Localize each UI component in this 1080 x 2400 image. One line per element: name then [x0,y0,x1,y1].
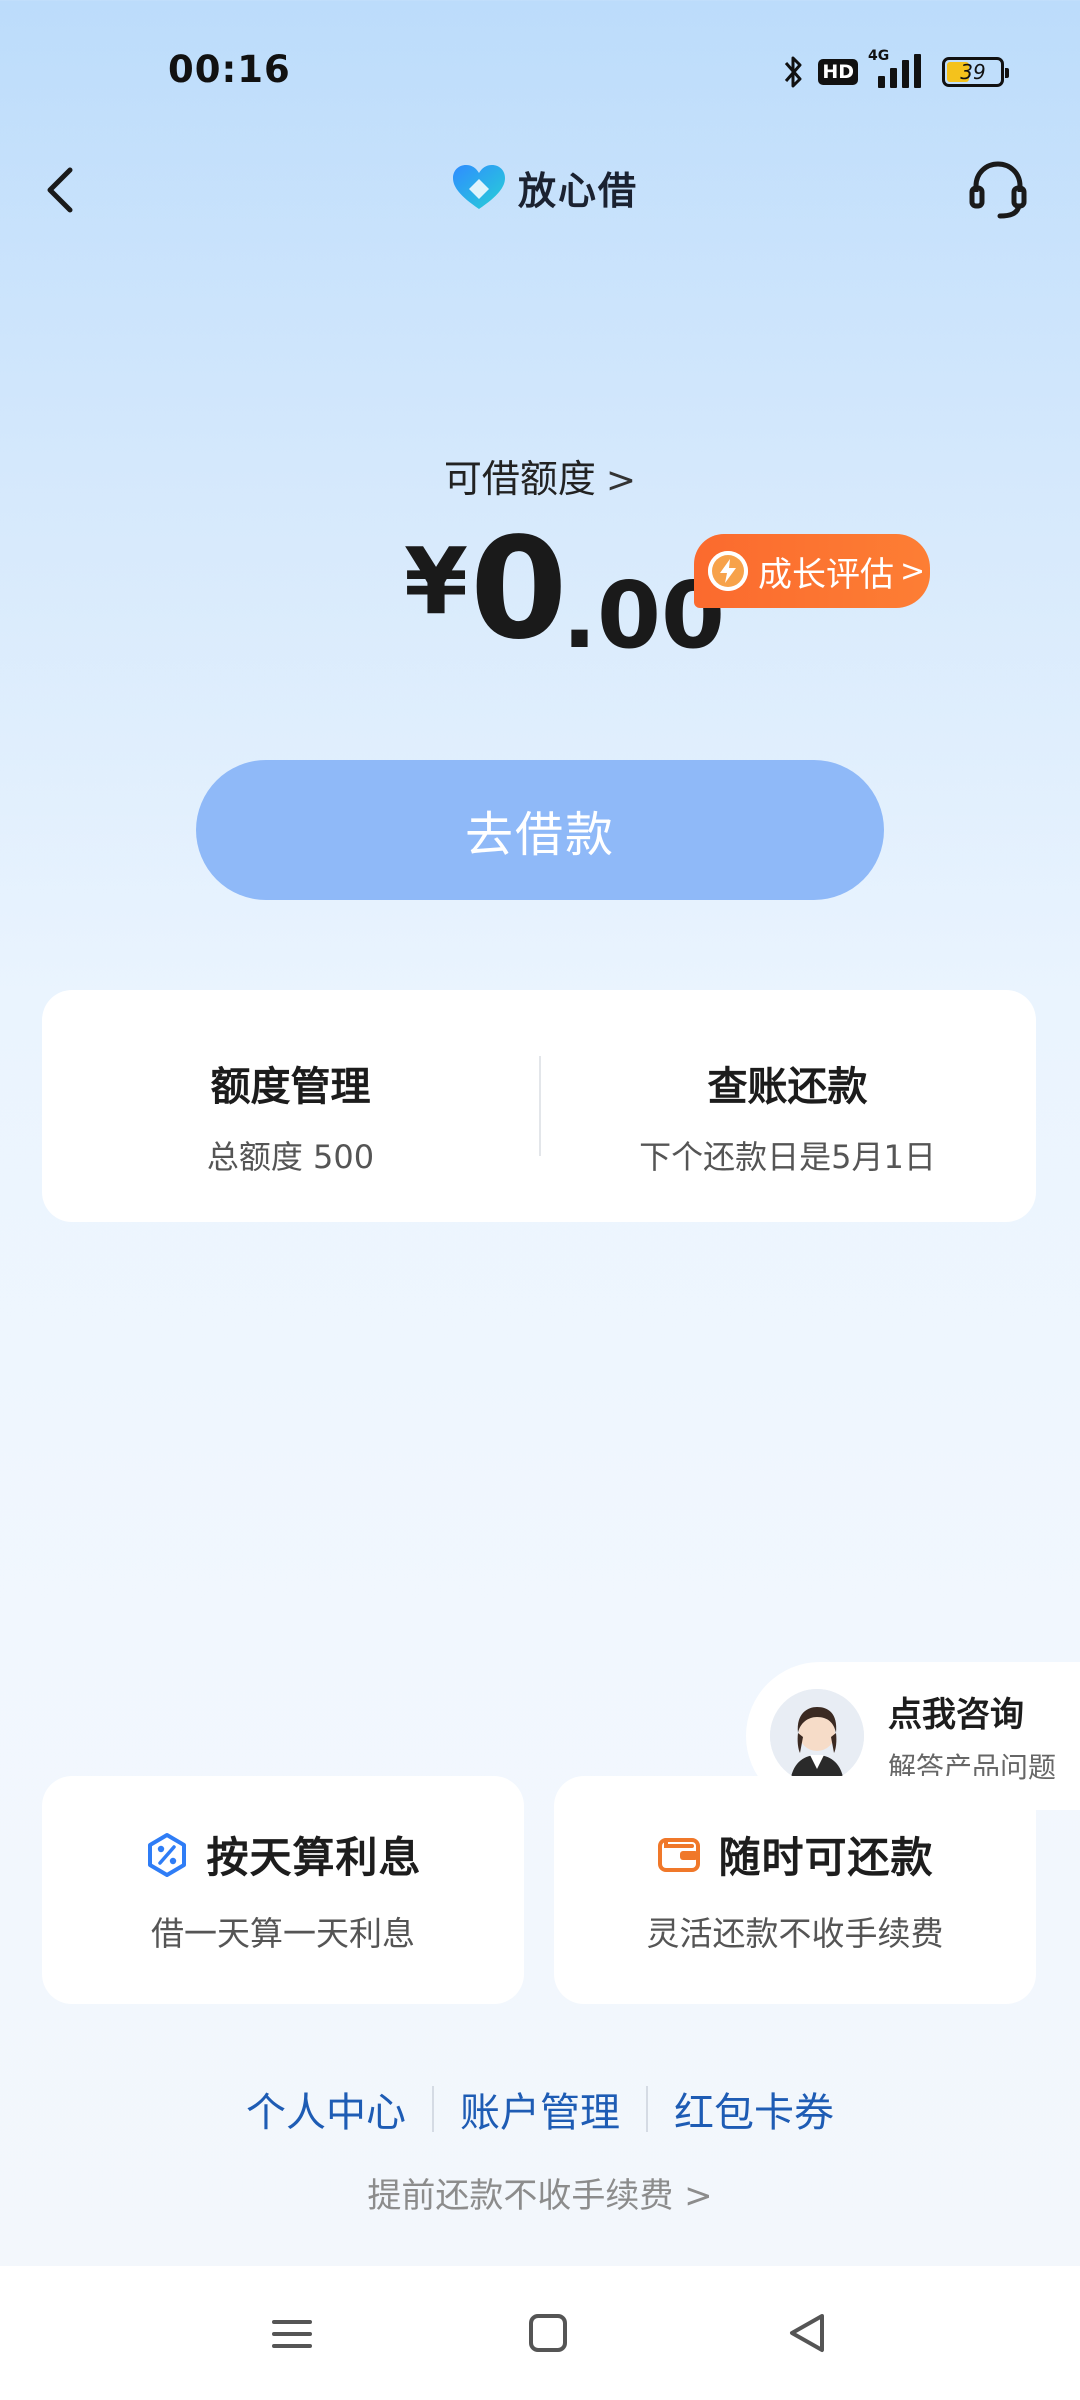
available-limit-link[interactable]: 可借额度 > [0,448,1080,503]
prepay-text: 提前还款不收手续费 [367,2176,674,2216]
status-icons: HD 4G 39 [778,48,1009,92]
status-time: 00:16 [168,48,291,91]
headset-icon[interactable] [966,158,1030,222]
link-personal-center[interactable]: 个人中心 [220,2080,432,2138]
chevron-right-icon: > [900,553,926,589]
agent-avatar [770,1689,864,1783]
signal-icon: 4G [868,48,932,92]
battery-level: 39 [960,60,986,84]
link-coupons[interactable]: 红包卡券 [648,2080,860,2138]
app-title-text: 放心借 [518,169,639,213]
logo-icon [453,164,505,209]
system-nav-bar [0,2266,1080,2400]
link-account-management[interactable]: 账户管理 [434,2080,646,2138]
available-limit-label: 可借额度 [443,457,596,501]
feature-card-repay-anytime: 随时可还款 灵活还款不收手续费 [554,1776,1036,2004]
bottom-links: 个人中心 账户管理 红包卡券 [0,2080,1080,2138]
chevron-right-icon: > [684,2176,713,2216]
feature-subtitle: 灵活还款不收手续费 [646,1914,944,1953]
feature-subtitle: 借一天算一天利息 [151,1914,415,1953]
account-card: 额度管理 总额度 500 查账还款 下个还款日是5月1日 [42,990,1036,1222]
prepay-link[interactable]: 提前还款不收手续费 > [0,2168,1080,2217]
total-limit-text: 总额度 500 [206,1138,375,1176]
chevron-right-icon: > [605,460,637,501]
currency-symbol: ¥ [404,528,469,635]
wallet-icon [658,1837,701,1872]
next-repayment-date: 下个还款日是5月1日 [639,1138,936,1176]
home-icon[interactable] [518,2306,578,2362]
consult-title: 点我咨询 [888,1694,1024,1735]
back-icon[interactable] [38,160,84,220]
nav-back-icon[interactable] [778,2306,838,2362]
hd-badge: HD [818,59,858,85]
feature-title: 按天算利息 [206,1833,422,1882]
growth-assessment-label: 成长评估 [758,554,894,595]
growth-assessment-button[interactable]: 成长评估 > [694,534,930,608]
borrow-button[interactable]: 去借款 [196,760,884,900]
bill-repayment[interactable]: 查账还款 下个还款日是5月1日 [539,990,1036,1222]
limit-management-title: 额度管理 [210,1064,371,1110]
feature-title: 随时可还款 [718,1833,934,1882]
status-bar: 00:16 HD 4G 39 [0,0,1080,140]
limit-management[interactable]: 额度管理 总额度 500 [42,990,539,1222]
amount-integer: 0 [470,508,568,671]
bill-repayment-title: 查账还款 [707,1064,868,1110]
lightning-icon [708,551,748,591]
bluetooth-icon [785,56,802,88]
app-title: 放心借 [450,160,638,215]
battery-icon: 39 [942,57,1009,87]
menu-icon[interactable] [262,2306,322,2362]
percent-icon [148,1832,187,1877]
feature-card-daily-interest: 按天算利息 借一天算一天利息 [42,1776,524,2004]
